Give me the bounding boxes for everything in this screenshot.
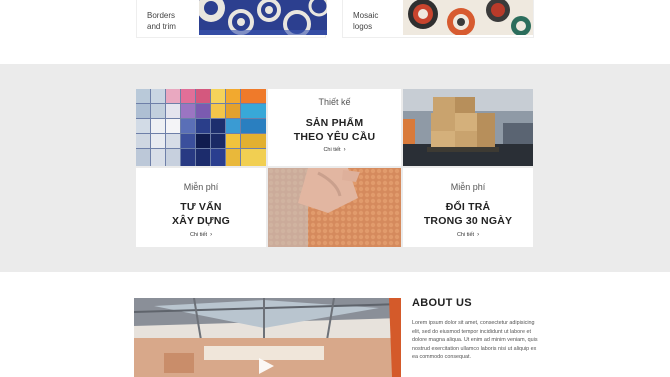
service-eyebrow: Miễn phí (183, 182, 219, 192)
mosaic-logos-image (403, 0, 533, 35)
borders-trim-image (199, 0, 327, 35)
detail-link[interactable]: Chi tiết › (268, 147, 401, 153)
service-title-line2: TRONG 30 NGÀY (423, 215, 513, 227)
warehouse-boxes-image (403, 89, 533, 166)
category-label: Mosaic logos (353, 11, 379, 31)
service-title-line2: THEO YÊU CẦU (293, 131, 376, 143)
factory-image (134, 298, 401, 377)
chevron-right-icon: › (343, 147, 346, 153)
service-eyebrow: Thiết kế (318, 97, 351, 107)
category-card-borders[interactable]: Borders and trim (136, 0, 327, 38)
about-title: ABOUT US (412, 297, 472, 309)
service-title-line1: TƯ VẤN (180, 201, 222, 213)
color-tiles-image (136, 89, 266, 166)
service-title-line2: XÂY DỰNG (172, 215, 230, 227)
detail-link[interactable]: Chi tiết › (136, 232, 266, 238)
detail-link-label: Chi tiết (323, 147, 341, 153)
service-eyebrow: Miễn phí (450, 182, 486, 192)
service-title-line1: SẢN PHẨM (305, 117, 364, 129)
detail-link-label: Chi tiết (456, 232, 475, 238)
service-tile-custom-products[interactable]: Thiết kế SẢN PHẨM THEO YÊU CẦU Chi tiết › (268, 89, 401, 166)
about-body: Lorem ipsum dolor sit amet, consectetur … (412, 320, 538, 360)
service-tile-returns[interactable]: Miễn phí ĐỔI TRẢ TRONG 30 NGÀY Chi tiết › (403, 168, 533, 247)
chevron-right-icon: › (477, 232, 480, 238)
chevron-right-icon: › (210, 232, 213, 238)
service-tile-construction-consulting[interactable]: Miễn phí TƯ VẤN XÂY DỰNG Chi tiết › (136, 168, 266, 247)
service-title-line1: ĐỔI TRẢ (445, 201, 491, 213)
tile-installation-image (268, 168, 401, 247)
detail-link-label: Chi tiết (189, 232, 208, 238)
category-card-logos[interactable]: Mosaic logos (342, 0, 534, 38)
detail-link[interactable]: Chi tiết › (403, 232, 533, 238)
category-label: Borders and trim (147, 11, 176, 31)
